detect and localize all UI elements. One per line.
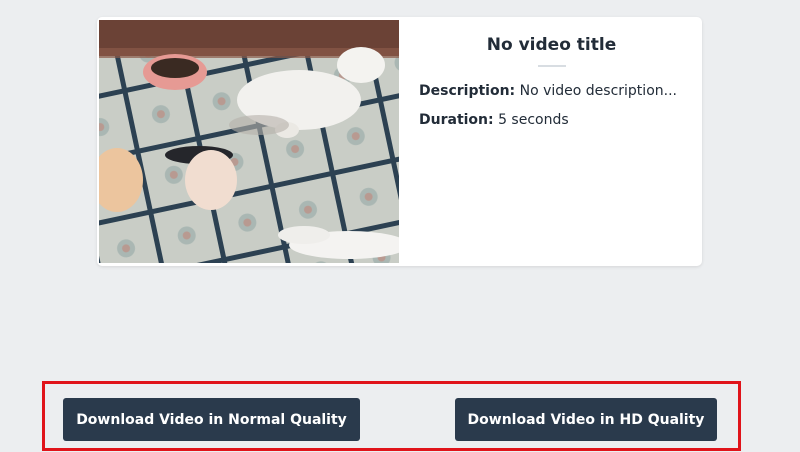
video-description: No video description... xyxy=(519,83,677,99)
description-label: Description: xyxy=(419,83,516,99)
video-title: No video title xyxy=(486,35,617,55)
video-info: No video title Description: No video des… xyxy=(419,17,684,266)
video-thumbnail-image xyxy=(99,20,399,263)
download-normal-quality-button[interactable]: Download Video in Normal Quality xyxy=(63,398,360,441)
duration-label: Duration: xyxy=(419,112,494,128)
video-thumbnail[interactable] xyxy=(99,20,399,263)
video-card: No video title Description: No video des… xyxy=(97,17,702,266)
download-hd-quality-button[interactable]: Download Video in HD Quality xyxy=(455,398,717,441)
title-divider xyxy=(537,65,566,67)
video-duration: 5 seconds xyxy=(498,112,569,128)
video-duration-row: Duration: 5 seconds xyxy=(419,106,684,135)
video-description-row: Description: No video description... xyxy=(419,77,684,106)
